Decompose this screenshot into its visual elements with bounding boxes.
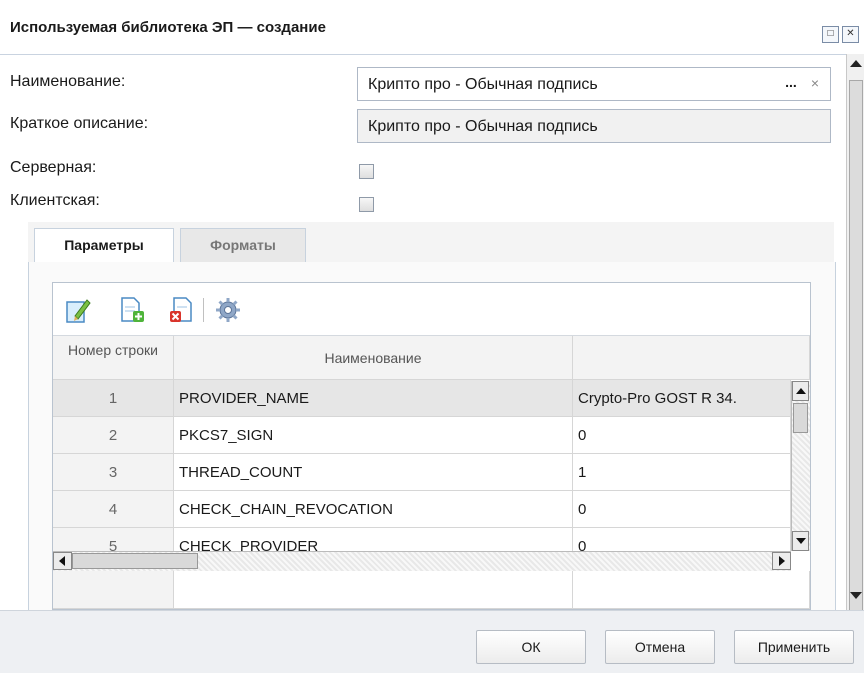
grid-scroll-right-icon[interactable]	[772, 552, 791, 570]
tab-parameters[interactable]: Параметры	[34, 228, 174, 262]
edit-icon[interactable]	[65, 296, 91, 324]
row-value[interactable]: 1	[573, 454, 791, 491]
table-row[interactable]: 2 PKCS7_SIGN 0	[53, 417, 810, 454]
grid-scroll-up-icon[interactable]	[792, 381, 809, 401]
grid-toolbar	[53, 283, 810, 336]
close-icon[interactable]: ✕	[842, 26, 859, 43]
short-description-label: Краткое описание:	[10, 115, 149, 132]
client-checkbox[interactable]	[359, 197, 374, 212]
row-value[interactable]: 0	[573, 417, 791, 454]
server-checkbox[interactable]	[359, 164, 374, 179]
server-label: Серверная:	[10, 159, 97, 176]
toolbar-separator	[203, 298, 204, 322]
row-number: 1	[53, 380, 174, 417]
row-number: 3	[53, 454, 174, 491]
row-number: 4	[53, 491, 174, 528]
window-title: Используемая библиотека ЭП — создание	[10, 19, 326, 36]
table-row[interactable]: 3 THREAD_COUNT 1	[53, 454, 810, 491]
window-titlebar: Используемая библиотека ЭП — создание □ …	[0, 0, 864, 55]
short-description-value: Крипто про - Обычная подпись	[368, 118, 598, 135]
name-clear-button[interactable]: ×	[806, 73, 824, 95]
grid-horizontal-scrollbar[interactable]	[53, 551, 791, 571]
row-name[interactable]: PKCS7_SIGN	[174, 417, 573, 454]
name-value: Крипто про - Обычная подпись	[368, 76, 598, 93]
settings-icon[interactable]	[215, 296, 241, 324]
row-name[interactable]: PROVIDER_NAME	[174, 380, 573, 417]
tab-formats[interactable]: Форматы	[180, 228, 306, 262]
cancel-button[interactable]: Отмена	[605, 630, 715, 664]
row-value[interactable]: 0	[573, 491, 791, 528]
tab-strip: Параметры Форматы	[28, 222, 834, 264]
grid-vertical-scrollbar[interactable]	[791, 381, 810, 551]
delete-icon[interactable]	[169, 296, 195, 324]
window-scroll-thumb[interactable]	[849, 80, 863, 612]
scroll-up-icon[interactable]	[850, 60, 862, 67]
parameters-grid: Номер строки Наименование 1 PROVIDER_NAM…	[52, 282, 811, 610]
row-name[interactable]: THREAD_COUNT	[174, 454, 573, 491]
header-row-number[interactable]: Номер строки	[53, 336, 174, 380]
maximize-icon[interactable]: □	[822, 26, 839, 43]
ok-button[interactable]: ОК	[476, 630, 586, 664]
scroll-down-icon[interactable]	[850, 592, 862, 599]
short-description-field[interactable]: Крипто про - Обычная подпись	[357, 109, 831, 143]
name-label: Наименование:	[10, 73, 126, 90]
client-label: Клиентская:	[10, 192, 100, 209]
row-name[interactable]: CHECK_CHAIN_REVOCATION	[174, 491, 573, 528]
add-icon[interactable]	[119, 296, 145, 324]
row-number: 2	[53, 417, 174, 454]
apply-button[interactable]: Применить	[734, 630, 854, 664]
window-scrollbar[interactable]	[846, 54, 864, 612]
grid-scroll-down-icon[interactable]	[792, 531, 809, 551]
header-name[interactable]: Наименование	[174, 336, 573, 380]
header-value[interactable]	[573, 336, 810, 380]
empty-row	[53, 571, 810, 609]
table-row[interactable]: 1 PROVIDER_NAME Crypto-Pro GOST R 34.	[53, 380, 810, 417]
grid-scroll-thumb[interactable]	[793, 403, 808, 433]
name-select-button[interactable]: ...	[780, 72, 802, 96]
table-row[interactable]: 4 CHECK_CHAIN_REVOCATION 0	[53, 491, 810, 528]
grid-scroll-left-icon[interactable]	[53, 552, 72, 570]
grid-hscroll-thumb[interactable]	[72, 553, 198, 569]
name-field[interactable]: Крипто про - Обычная подпись ... ×	[357, 67, 831, 101]
row-value[interactable]: Crypto-Pro GOST R 34.	[573, 380, 791, 417]
